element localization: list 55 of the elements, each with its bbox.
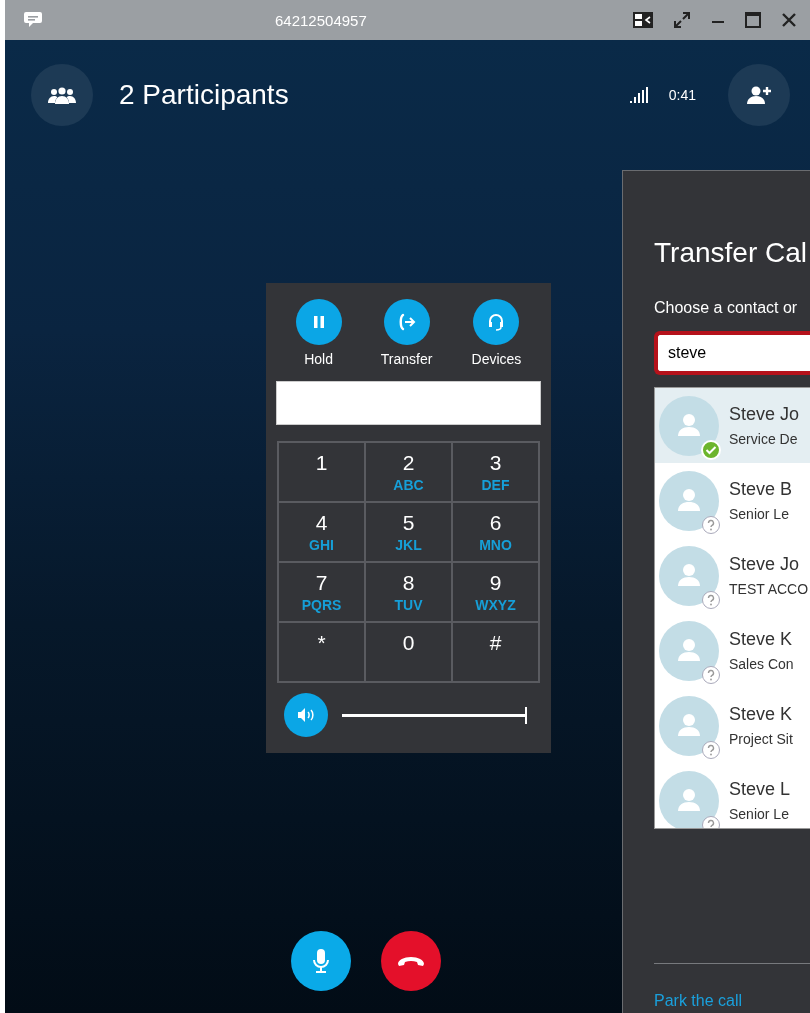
contact-name: Steve L xyxy=(729,779,791,800)
dialpad-key[interactable]: 5 JKL xyxy=(365,502,452,562)
contact-item[interactable]: Steve L Senior Le xyxy=(655,763,810,828)
contact-title: Project Sit xyxy=(729,731,793,747)
contact-name: Steve Jo xyxy=(729,554,801,575)
signal-icon xyxy=(628,86,649,104)
volume-slider[interactable] xyxy=(342,707,527,723)
avatar-icon xyxy=(659,395,719,456)
full-screen-icon[interactable] xyxy=(672,10,692,30)
dialpad-key[interactable]: 1 xyxy=(278,442,365,502)
panel-toggle-icon[interactable] xyxy=(632,11,654,29)
avatar-icon xyxy=(659,695,719,756)
contact-title: Senior Le xyxy=(729,806,790,822)
contact-name: Steve K xyxy=(729,629,794,650)
participants-count: 2 Participants xyxy=(119,79,289,111)
call-timer: 0:41 xyxy=(668,87,696,103)
contact-item[interactable]: Steve Jo Service De xyxy=(655,388,810,463)
contact-title: Service De xyxy=(729,431,799,447)
contact-item[interactable]: Steve K Sales Con xyxy=(655,613,810,688)
speaker-icon[interactable] xyxy=(284,693,328,737)
add-person-icon xyxy=(746,85,772,105)
dialpad-key[interactable]: 3 DEF xyxy=(452,442,539,502)
contact-title: TEST ACCO xyxy=(729,581,809,597)
window-title: 64212504957 xyxy=(275,11,367,29)
maximize-icon[interactable] xyxy=(744,11,762,29)
dialpad-key[interactable]: 7 PQRS xyxy=(278,562,365,622)
avatar-icon xyxy=(659,545,719,606)
contact-item[interactable]: Steve Jo TEST ACCO xyxy=(655,538,810,613)
contact-title: Senior Le xyxy=(729,506,790,522)
dialpad-key[interactable]: 8 TUV xyxy=(365,562,452,622)
contact-name: Steve K xyxy=(729,704,793,725)
dialpad-key[interactable]: # xyxy=(452,622,539,682)
contact-item[interactable]: Steve K Project Sit xyxy=(655,688,810,763)
dialpad-key[interactable]: * xyxy=(278,622,365,682)
dialpad-key[interactable]: 9 WXYZ xyxy=(452,562,539,622)
microphone-icon xyxy=(310,948,331,974)
dialpad-key[interactable]: 4 GHI xyxy=(278,502,365,562)
hang-up-icon xyxy=(395,954,426,968)
dialpad-key[interactable]: 6 MNO xyxy=(452,502,539,562)
dialpad-key[interactable]: 0 xyxy=(365,622,452,682)
avatar-icon xyxy=(659,470,719,531)
chat-bubble-icon xyxy=(23,11,43,29)
dialpad-key[interactable]: 2 ABC xyxy=(365,442,452,502)
dialog-prompt: Choose a contact or xyxy=(654,299,799,317)
contact-name: Steve B xyxy=(729,479,793,500)
contact-name: Steve Jo xyxy=(729,404,800,425)
contact-item[interactable]: Steve B Senior Le xyxy=(655,463,810,538)
contact-title: Sales Con xyxy=(729,656,794,672)
close-icon[interactable] xyxy=(780,11,798,29)
avatar-icon xyxy=(659,620,719,681)
park-call-link[interactable]: Park the call xyxy=(654,992,810,1010)
number-field[interactable] xyxy=(276,381,541,425)
dialog-title: Transfer Cal xyxy=(654,237,808,269)
contact-search-field[interactable]: steve xyxy=(654,331,810,375)
people-icon xyxy=(47,85,77,105)
